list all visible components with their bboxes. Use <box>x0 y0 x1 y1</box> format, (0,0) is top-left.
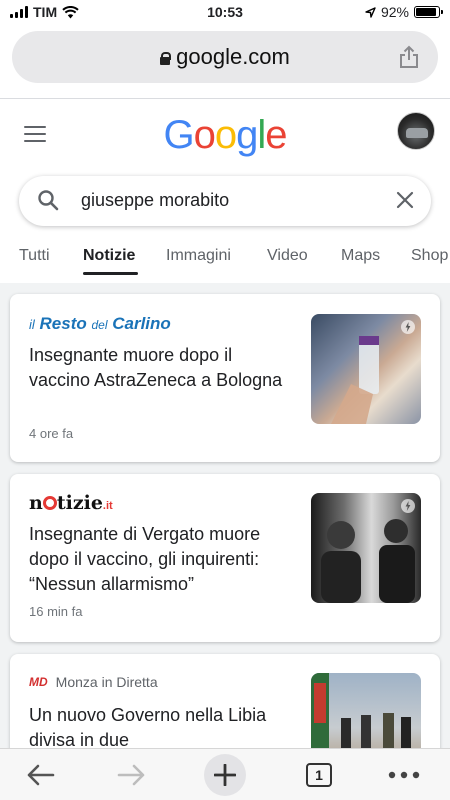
search-input[interactable]: giuseppe morabito <box>81 190 229 211</box>
search-box[interactable]: giuseppe morabito <box>19 176 431 226</box>
md-logo-icon: MD <box>29 675 48 689</box>
tab-maps[interactable]: Maps <box>341 247 380 265</box>
logo-letter: o <box>214 113 237 157</box>
publisher-logo: il Resto del Carlino <box>29 314 171 334</box>
browser-toolbar: 1 <box>0 748 450 800</box>
publisher-row: MD Monza in Diretta <box>29 674 158 690</box>
news-time: 4 ore fa <box>29 426 74 441</box>
header-divider <box>0 98 450 99</box>
battery-icon <box>414 6 443 18</box>
account-avatar[interactable] <box>397 112 435 150</box>
status-right: 92% <box>365 4 443 20</box>
tab-switcher-button[interactable]: 1 <box>302 749 336 800</box>
new-tab-circle <box>204 754 246 796</box>
news-title[interactable]: Insegnante di Vergato muore dopo il vacc… <box>29 522 294 597</box>
battery-percent: 92% <box>380 4 409 20</box>
publisher-name: Monza in Diretta <box>55 674 158 690</box>
publisher-part: Carlino <box>112 314 171 333</box>
clear-icon[interactable] <box>395 190 415 210</box>
search-tabs: Tutti Notizie Immagini Video Maps Shop <box>0 247 450 277</box>
google-logo[interactable]: Google <box>0 113 450 158</box>
news-card[interactable]: il Resto del Carlino Insegnante muore do… <box>10 294 440 462</box>
share-icon[interactable] <box>398 45 420 69</box>
news-card[interactable]: n tizie.it Insegnante di Vergato muore do… <box>10 474 440 642</box>
logo-letter: e <box>265 113 287 157</box>
url-display[interactable]: google.com <box>160 44 290 70</box>
publisher-logo-text: MD <box>29 675 48 689</box>
plus-icon <box>214 764 236 786</box>
forward-button[interactable] <box>110 749 154 800</box>
forward-arrow-icon <box>117 764 145 786</box>
news-time: 16 min fa <box>29 604 83 619</box>
publisher-part: il <box>29 317 35 332</box>
tab-notizie[interactable]: Notizie <box>83 247 135 265</box>
news-thumbnail[interactable] <box>311 314 421 424</box>
back-arrow-icon <box>27 764 55 786</box>
publisher-part: tizie <box>56 492 103 514</box>
url-text: google.com <box>176 44 290 69</box>
tab-video[interactable]: Video <box>267 247 308 265</box>
publisher-part: del <box>91 318 108 332</box>
status-bar: TIM 10:53 92% <box>0 0 450 26</box>
active-tab-indicator <box>83 272 138 275</box>
more-dots-icon <box>388 771 420 779</box>
logo-letter: o <box>193 113 216 157</box>
amp-lightning-icon <box>401 320 415 334</box>
tab-count: 1 <box>306 763 332 787</box>
publisher-part: n <box>29 492 43 514</box>
publisher-part: .it <box>102 500 113 512</box>
new-tab-button[interactable] <box>202 749 248 800</box>
lock-icon <box>160 52 172 65</box>
amp-lightning-icon <box>401 499 415 513</box>
news-title[interactable]: Insegnante muore dopo il vaccino AstraZe… <box>29 343 294 393</box>
logo-letter: G <box>163 113 194 157</box>
tab-tutti[interactable]: Tutti <box>19 247 50 265</box>
publisher-logo: n tizie.it <box>29 492 113 514</box>
tab-immagini[interactable]: Immagini <box>166 247 231 265</box>
back-button[interactable] <box>18 749 62 800</box>
news-title[interactable]: Un nuovo Governo nella Libia divisa in d… <box>29 703 294 753</box>
search-icon[interactable] <box>37 189 59 211</box>
location-arrow-icon <box>365 6 376 18</box>
tab-shop[interactable]: Shop <box>411 247 448 265</box>
address-bar[interactable]: google.com <box>12 31 438 83</box>
notizie-dot-icon <box>42 496 57 510</box>
logo-letter: g <box>236 113 258 157</box>
news-thumbnail[interactable] <box>311 493 421 603</box>
more-menu-button[interactable] <box>384 749 424 800</box>
publisher-part: Resto <box>39 314 87 333</box>
